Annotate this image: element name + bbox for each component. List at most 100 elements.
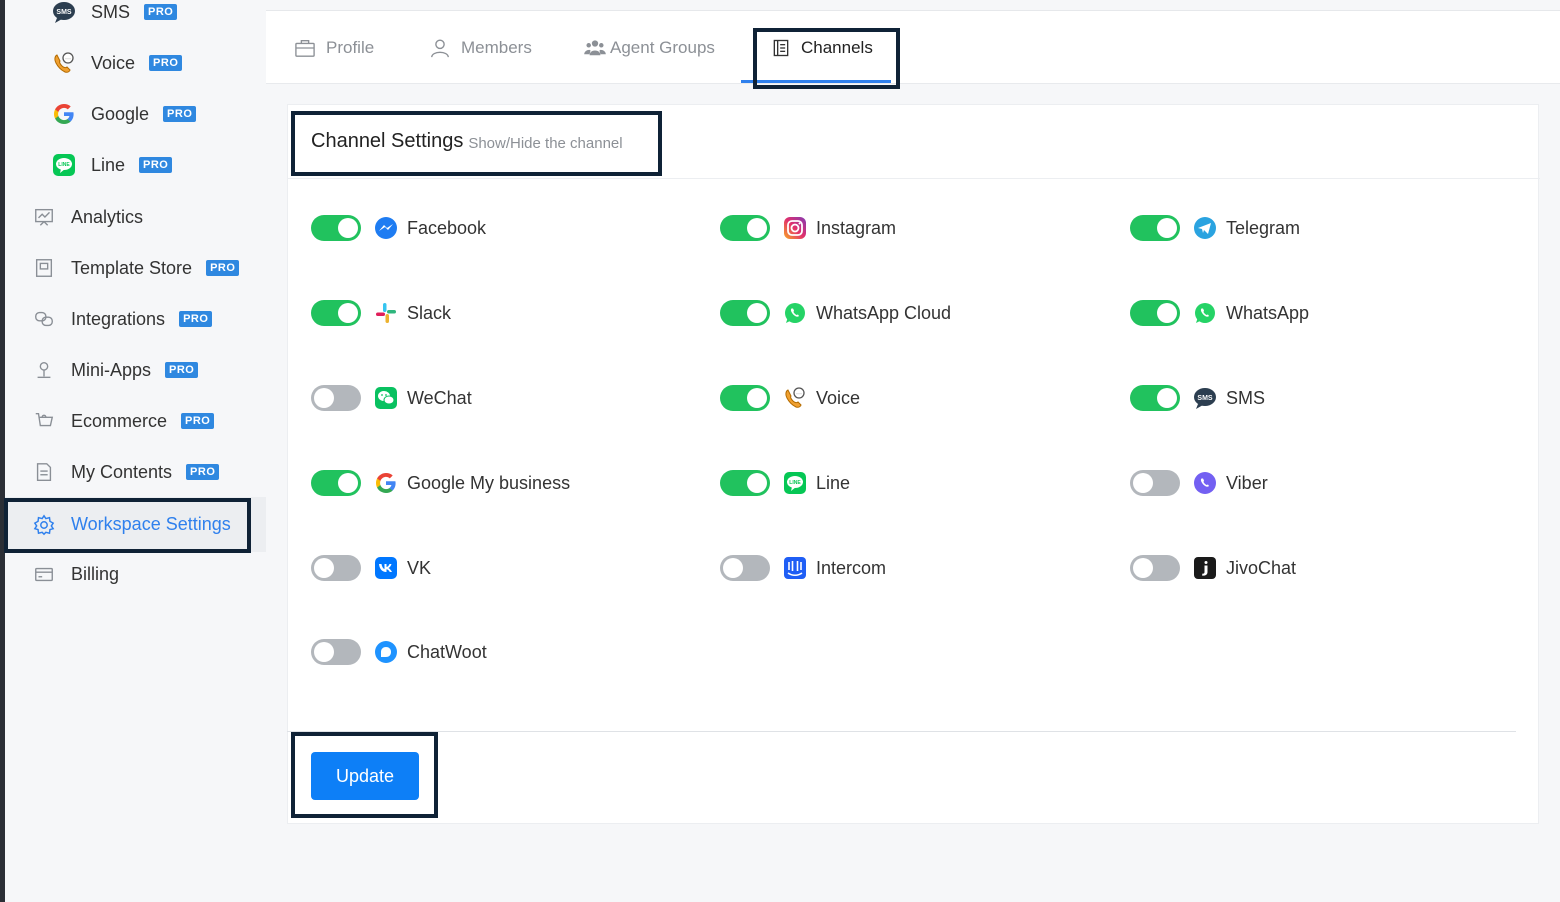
jivochat-icon	[1192, 555, 1218, 581]
whatsapp-icon	[782, 300, 808, 326]
channel-toggle[interactable]	[720, 555, 770, 581]
pro-badge: PRO	[206, 260, 240, 276]
card-divider	[287, 731, 1516, 732]
channel-toggle[interactable]	[311, 470, 361, 496]
svg-text:···: ···	[796, 392, 802, 398]
sidebar: SMS SMS PRO ··· Voice PRO Google PRO LIN…	[5, 0, 266, 902]
tab-label: Channels	[801, 37, 873, 57]
pro-badge: PRO	[186, 464, 220, 480]
tab-members[interactable]: Members	[429, 11, 532, 84]
channel-slack: Slack	[311, 298, 451, 328]
sidebar-item-voice[interactable]: ··· Voice PRO	[5, 43, 266, 83]
channel-jivochat: JivoChat	[1130, 553, 1296, 583]
sidebar-item-analytics[interactable]: Analytics	[5, 197, 266, 237]
messenger-icon	[373, 215, 399, 241]
cart-icon	[31, 408, 57, 434]
sidebar-item-label: Integrations	[71, 308, 166, 329]
sidebar-item-label: Billing	[71, 563, 120, 584]
sidebar-item-integrations[interactable]: Integrations PRO	[5, 299, 266, 339]
channel-instagram: Instagram	[720, 213, 896, 243]
sidebar-item-my-contents[interactable]: My Contents PRO	[5, 452, 266, 492]
channel-toggle[interactable]	[720, 300, 770, 326]
update-button[interactable]: Update	[311, 752, 419, 800]
voice-icon: ···	[782, 385, 808, 411]
channel-label: VK	[407, 557, 432, 578]
channel-label: JivoChat	[1226, 557, 1297, 578]
top-bar	[266, 0, 1560, 11]
wechat-icon	[373, 385, 399, 411]
channel-settings-card: Channel Settings Show/Hide the channel	[287, 104, 1540, 824]
sidebar-item-line[interactable]: LINE Line PRO	[5, 145, 266, 185]
settings-tabs: Profile Members Agent Groups Channels	[266, 11, 1560, 84]
channel-voice: ··· Voice	[720, 383, 860, 413]
channel-toggle[interactable]	[720, 470, 770, 496]
channel-label: WhatsApp	[1226, 302, 1310, 323]
channel-toggle[interactable]	[311, 639, 361, 665]
sidebar-item-label: Workspace Settings	[71, 514, 231, 534]
google-icon	[373, 470, 399, 496]
pro-badge: PRO	[144, 4, 178, 20]
channel-intercom: Intercom	[720, 553, 886, 583]
slack-icon	[373, 300, 399, 326]
channel-toggle[interactable]	[720, 215, 770, 241]
sidebar-item-billing[interactable]: Billing	[5, 554, 266, 594]
sidebar-item-label: My Contents	[71, 461, 173, 482]
svg-text:LINE: LINE	[58, 162, 70, 168]
channel-toggle[interactable]	[1130, 385, 1180, 411]
svg-text:LINE: LINE	[789, 480, 801, 486]
sidebar-item-ecommerce[interactable]: Ecommerce PRO	[5, 401, 266, 441]
svg-text:···: ···	[65, 57, 71, 63]
template-store-icon	[31, 255, 57, 281]
briefcase-icon	[294, 38, 316, 58]
channel-toggle[interactable]	[311, 555, 361, 581]
pro-badge: PRO	[149, 55, 183, 71]
tab-profile[interactable]: Profile	[294, 11, 374, 84]
sidebar-item-mini-apps[interactable]: Mini-Apps PRO	[5, 350, 266, 390]
users-icon	[584, 39, 606, 57]
card-title: Channel Settings	[311, 130, 464, 152]
channel-toggle[interactable]	[1130, 215, 1180, 241]
sidebar-item-label: Mini-Apps	[71, 359, 152, 380]
pro-badge: PRO	[181, 413, 215, 429]
instagram-icon	[782, 215, 808, 241]
sidebar-item-label: SMS	[91, 1, 131, 22]
list-icon	[771, 38, 791, 58]
sidebar-item-workspace-settings[interactable]: Workspace Settings	[5, 497, 266, 552]
tab-label: Members	[461, 37, 532, 57]
channel-chatwoot: ChatWoot	[311, 637, 487, 667]
channel-label: WeChat	[407, 387, 472, 408]
tab-label: Agent Groups	[610, 37, 715, 57]
channel-label: SMS	[1226, 387, 1266, 408]
channel-label: Voice	[816, 387, 861, 408]
channel-telegram: Telegram	[1130, 213, 1300, 243]
channel-google-my-business: Google My business	[311, 468, 570, 498]
channel-toggle[interactable]	[1130, 300, 1180, 326]
sms-icon: SMS	[51, 0, 77, 25]
google-icon	[51, 101, 77, 127]
channel-toggle[interactable]	[311, 215, 361, 241]
channel-label: WhatsApp Cloud	[816, 302, 952, 323]
tab-agent-groups[interactable]: Agent Groups	[584, 11, 715, 84]
line-icon: LINE	[782, 470, 808, 496]
sidebar-item-google[interactable]: Google PRO	[5, 94, 266, 134]
channel-label: ChatWoot	[407, 641, 487, 662]
active-tab-indicator	[741, 80, 891, 83]
channel-label: Slack	[407, 302, 452, 323]
channel-label: Line	[816, 472, 851, 493]
channel-toggle[interactable]	[1130, 555, 1180, 581]
channel-label: Google My business	[407, 472, 571, 493]
channel-toggle[interactable]	[311, 385, 361, 411]
tab-label: Profile	[326, 37, 375, 57]
sidebar-item-template-store[interactable]: Template Store PRO	[5, 248, 266, 288]
pro-badge: PRO	[165, 362, 199, 378]
sidebar-item-sms[interactable]: SMS SMS PRO	[5, 0, 266, 32]
tab-channels[interactable]: Channels	[771, 11, 873, 84]
line-icon: LINE	[51, 152, 77, 178]
channel-toggle[interactable]	[311, 300, 361, 326]
channel-toggle[interactable]	[1130, 470, 1180, 496]
channel-label: Instagram	[816, 217, 897, 238]
sidebar-item-label: Analytics	[71, 206, 144, 227]
user-icon	[429, 37, 451, 59]
channel-toggle[interactable]	[720, 385, 770, 411]
channel-whatsapp: WhatsApp	[1130, 298, 1309, 328]
